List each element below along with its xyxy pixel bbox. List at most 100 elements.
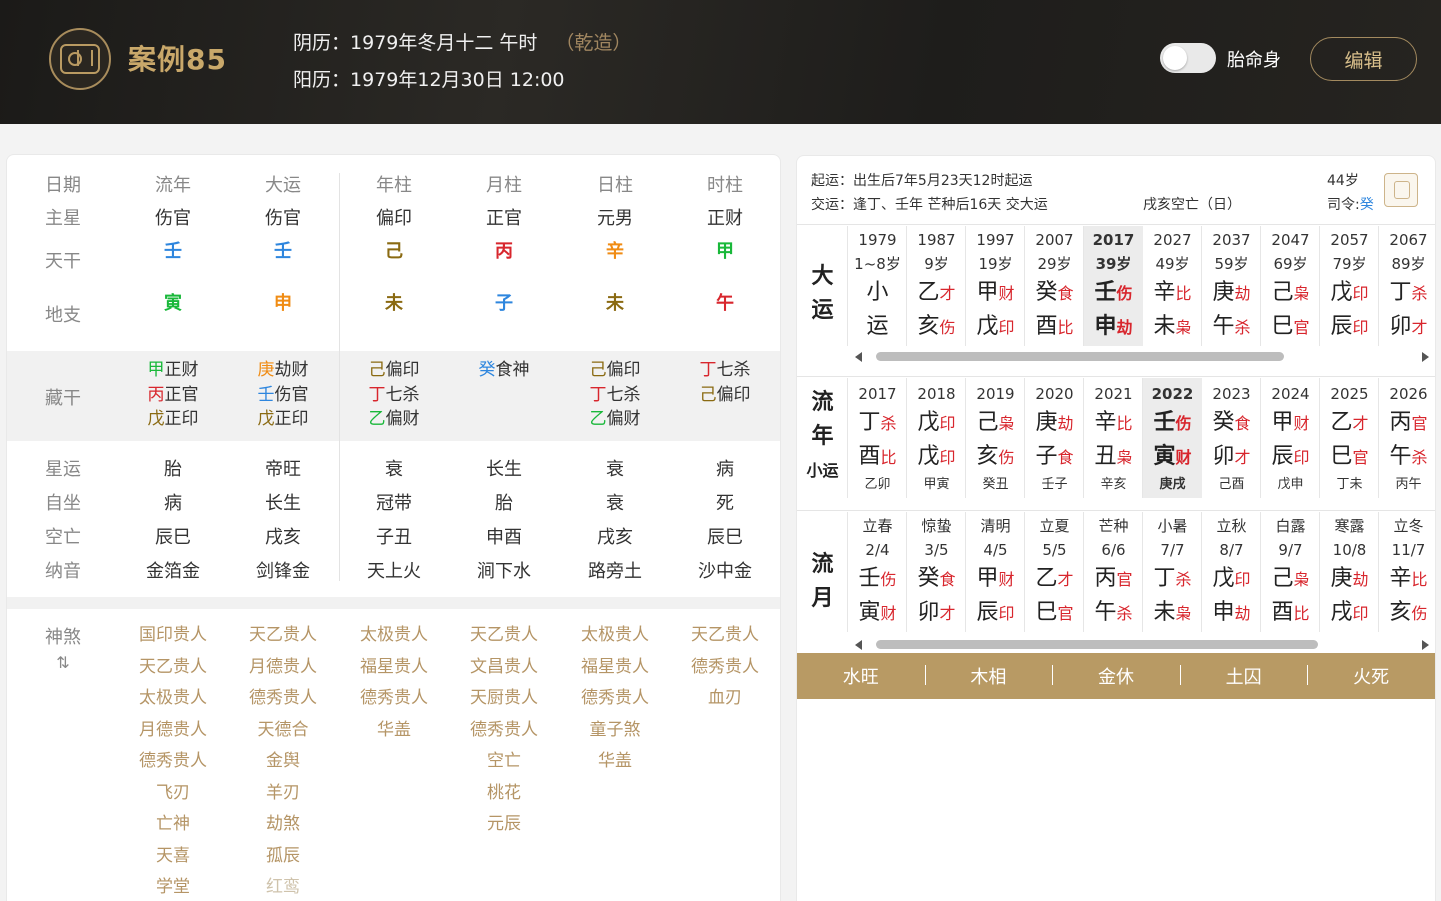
term-date: 8/7 xyxy=(1219,541,1244,559)
horizontal-scrollbar[interactable] xyxy=(855,638,1429,650)
liuyue-column[interactable]: 惊蛰 3/5 癸食 卯才 xyxy=(907,512,966,632)
liuyue-column[interactable]: 清明 4/5 甲财 辰印 xyxy=(966,512,1025,632)
dayun-column[interactable]: 2027 49岁 辛比 未枭 xyxy=(1143,226,1202,346)
element-status: 金休 xyxy=(1052,663,1180,689)
scroll-right-arrow[interactable] xyxy=(1422,640,1429,650)
shensha-item[interactable]: 金舆 xyxy=(228,746,338,778)
liuyue-column[interactable]: 立秋 8/7 戊印 申劫 xyxy=(1202,512,1261,632)
liunian-column[interactable]: 2023 癸食 卯才 己酉 xyxy=(1202,378,1261,498)
shensha-item[interactable]: 天乙贵人 xyxy=(118,652,228,684)
shensha-item[interactable]: 羊刃 xyxy=(228,778,338,810)
liunian-column[interactable]: 2020 庚劫 子食 壬子 xyxy=(1025,378,1084,498)
shensha-item[interactable]: 桃花 xyxy=(449,778,559,810)
dayun-column[interactable]: 1987 9岁 乙才 亥伤 xyxy=(907,226,966,346)
shensha-item[interactable]: 太极贵人 xyxy=(560,620,670,652)
ten-god-label: 伤 xyxy=(939,318,956,337)
shensha-item[interactable]: 天厨贵人 xyxy=(449,683,559,715)
hidden-stem-char: 戊 xyxy=(147,409,165,429)
stem-branch: 癸食 xyxy=(1025,276,1084,310)
ten-god-label: 财 xyxy=(1175,448,1192,467)
horizontal-scrollbar[interactable] xyxy=(855,350,1429,362)
scroll-left-arrow[interactable] xyxy=(855,352,862,362)
liuyue-column[interactable]: 寒露 10/8 庚劫 戌印 xyxy=(1320,512,1379,632)
liuyue-column[interactable]: 立春 2/4 壬伤 寅财 xyxy=(848,512,907,632)
liunian-column[interactable]: 2024 甲财 辰印 戊申 xyxy=(1261,378,1320,498)
shensha-item[interactable]: 劫煞 xyxy=(228,809,338,841)
shensha-item[interactable]: 德秀贵人 xyxy=(449,715,559,747)
shensha-item[interactable]: 元辰 xyxy=(449,809,559,841)
hidden-stems: 丁七杀 己偏印 xyxy=(670,358,780,407)
shensha-item[interactable]: 童子煞 xyxy=(560,715,670,747)
shensha-item[interactable]: 孤辰 xyxy=(228,841,338,873)
shensha-toggle-icon[interactable]: ⇅ xyxy=(7,653,119,672)
liunian-column[interactable]: 2018 戊印 戊印 甲寅 xyxy=(907,378,966,498)
dayun-column[interactable]: 1979 1~8岁小运 xyxy=(848,226,907,346)
stem-branch: 庚劫 xyxy=(1320,562,1379,596)
shensha-item[interactable]: 学堂 xyxy=(118,872,228,901)
stem-branch: 子食 xyxy=(1025,440,1084,474)
shensha-item[interactable]: 月德贵人 xyxy=(228,652,338,684)
scroll-right-arrow[interactable] xyxy=(1422,352,1429,362)
column-header: 月柱 xyxy=(486,175,522,196)
shensha-item[interactable]: 德秀贵人 xyxy=(670,652,780,684)
ten-god-label: 杀 xyxy=(1175,570,1192,589)
jiaoyun-label: 交运： xyxy=(811,197,853,213)
dayun-column[interactable]: 2047 69岁 己枭 巳官 xyxy=(1261,226,1320,346)
shensha-item[interactable]: 飞刃 xyxy=(118,778,228,810)
taimingshen-toggle[interactable] xyxy=(1160,43,1216,73)
xingyun-value: 病 xyxy=(716,459,734,480)
liunian-column[interactable]: 2017 丁杀 酉比 乙卯 xyxy=(848,378,907,498)
liunian-column[interactable]: 2021 辛比 丑枭 辛亥 xyxy=(1084,378,1143,498)
scroll-thumb[interactable] xyxy=(876,352,1284,361)
shensha-item[interactable]: 华盖 xyxy=(339,715,449,747)
shensha-item[interactable]: 天德合 xyxy=(228,715,338,747)
scroll-left-arrow[interactable] xyxy=(855,640,862,650)
dayun-column[interactable]: 1997 19岁 甲财 戊印 xyxy=(966,226,1025,346)
shensha-item[interactable]: 天乙贵人 xyxy=(228,620,338,652)
liuyue-column[interactable]: 立夏 5/5 乙才 巳官 xyxy=(1025,512,1084,632)
shensha-item[interactable]: 空亡 xyxy=(449,746,559,778)
shensha-item[interactable]: 德秀贵人 xyxy=(118,746,228,778)
shensha-item[interactable]: 天乙贵人 xyxy=(670,620,780,652)
stem-branch-char: 戊 xyxy=(1330,280,1353,305)
shensha-item[interactable]: 红鸾 xyxy=(228,872,338,901)
kongwang-value: 辰巳 xyxy=(155,527,191,548)
liuyue-column[interactable]: 小暑 7/7 丁杀 未枭 xyxy=(1143,512,1202,632)
calendar-button[interactable] xyxy=(1384,173,1418,207)
scroll-thumb[interactable] xyxy=(876,640,1318,649)
ten-god-label: 印 xyxy=(1352,604,1369,623)
liunian-year: 2019 xyxy=(976,385,1015,403)
shensha-item[interactable]: 亡神 xyxy=(118,809,228,841)
shensha-item[interactable]: 血刃 xyxy=(670,683,780,715)
liunian-column[interactable]: 2026 丙官 午杀 丙午 xyxy=(1379,378,1438,498)
dayun-column[interactable]: 2007 29岁 癸食 酉比 xyxy=(1025,226,1084,346)
shensha-item[interactable]: 德秀贵人 xyxy=(339,683,449,715)
liunian-column[interactable]: 2019 己枭 亥伤 癸丑 xyxy=(966,378,1025,498)
shensha-item[interactable]: 华盖 xyxy=(560,746,670,778)
dayun-column[interactable]: 2057 79岁 戊印 辰印 xyxy=(1320,226,1379,346)
dayun-column[interactable]: 2037 59岁 庚劫 午杀 xyxy=(1202,226,1261,346)
shensha-item[interactable]: 国印贵人 xyxy=(118,620,228,652)
shensha-item[interactable]: 德秀贵人 xyxy=(228,683,338,715)
shensha-item[interactable]: 太极贵人 xyxy=(118,683,228,715)
shensha-item[interactable]: 福星贵人 xyxy=(560,652,670,684)
shensha-item[interactable]: 福星贵人 xyxy=(339,652,449,684)
shensha-item[interactable]: 太极贵人 xyxy=(339,620,449,652)
shensha-item[interactable]: 天乙贵人 xyxy=(449,620,559,652)
liuyue-column[interactable]: 芒种 6/6 丙官 午杀 xyxy=(1084,512,1143,632)
dayun-column[interactable]: 2017 39岁 壬伤 申劫 xyxy=(1084,226,1143,346)
stem-branch-char: 巳 xyxy=(1330,444,1353,469)
shensha-item[interactable]: 德秀贵人 xyxy=(560,683,670,715)
shensha-item[interactable]: 文昌贵人 xyxy=(449,652,559,684)
liunian-column[interactable]: 2022 壬伤 寅财 庚戌 xyxy=(1143,378,1202,498)
stem-branch: 壬伤 xyxy=(1084,276,1143,310)
shensha-item[interactable]: 月德贵人 xyxy=(118,715,228,747)
solar-term: 立秋 xyxy=(1216,517,1247,535)
row-label-7: 空亡 xyxy=(45,527,81,548)
edit-button[interactable]: 编辑 xyxy=(1310,37,1417,81)
dayun-column[interactable]: 2067 89岁 丁杀 卯才 xyxy=(1379,226,1438,346)
liuyue-column[interactable]: 立冬 11/7 辛比 亥伤 xyxy=(1379,512,1438,632)
liunian-column[interactable]: 2025 乙才 巳官 丁未 xyxy=(1320,378,1379,498)
liuyue-column[interactable]: 白露 9/7 己枭 酉比 xyxy=(1261,512,1320,632)
shensha-item[interactable]: 天喜 xyxy=(118,841,228,873)
